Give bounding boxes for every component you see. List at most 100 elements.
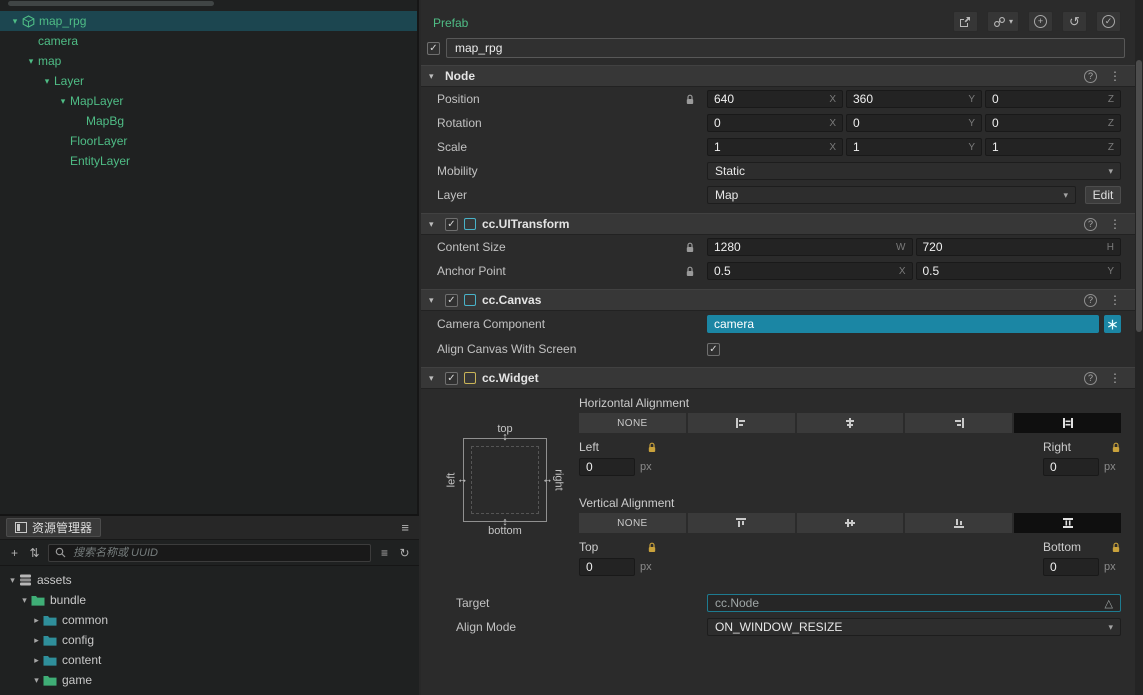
mobility-select[interactable]: Static▾ [707,162,1121,180]
bottom-input[interactable]: 0 [1043,558,1099,576]
v-align-none-button[interactable]: NONE [579,513,686,533]
left-lock-icon[interactable] [647,442,657,453]
uitransform-section-header[interactable]: ▾ ✓ cc.UITransform ? ⋮ [421,213,1135,235]
caret-down-icon[interactable]: ▾ [429,219,439,230]
lock-icon[interactable] [685,242,695,253]
right-lock-icon[interactable] [1111,442,1121,453]
h-align-stretch-button[interactable] [1014,413,1121,433]
filter-assets-icon[interactable]: ≡ [378,546,391,560]
hierarchy-node-map_rpg[interactable]: ▾ map_rpg [0,11,417,31]
rotation-y-input[interactable]: 0Y [846,114,982,132]
caret-down-icon[interactable]: ▾ [30,675,43,686]
canvas-enabled-checkbox[interactable]: ✓ [445,294,458,307]
align-canvas-checkbox[interactable]: ✓ [707,343,720,356]
node-section-header[interactable]: ▾ Node ? ⋮ [421,65,1135,87]
lock-icon[interactable] [685,94,695,105]
anchor-y-input[interactable]: 0.5Y [916,262,1122,280]
hierarchy-node-maplayer[interactable]: ▾ MapLayer [0,91,417,111]
caret-down-icon[interactable]: ▾ [429,373,439,384]
hierarchy-horizontal-scrollbar[interactable] [8,1,214,6]
anchor-x-input[interactable]: 0.5X [707,262,913,280]
help-icon[interactable]: ? [1084,218,1097,231]
uitransform-enabled-checkbox[interactable]: ✓ [445,218,458,231]
h-align-left-button[interactable] [688,413,795,433]
content-size-w-input[interactable]: 1280W [707,238,913,256]
hierarchy-node-mapbg[interactable]: MapBg [0,111,417,131]
h-align-right-button[interactable] [905,413,1012,433]
camera-picker-icon[interactable]: ＊ [1104,315,1121,333]
kebab-menu-icon[interactable]: ⋮ [1109,217,1121,231]
widget-enabled-checkbox[interactable]: ✓ [445,372,458,385]
caret-right-icon[interactable]: ▸ [30,655,43,666]
caret-down-icon[interactable]: ▾ [56,96,70,107]
inspector-scrollbar[interactable] [1135,0,1143,695]
add-asset-icon[interactable]: + [8,546,21,560]
undo-button[interactable]: ↺ [1062,11,1087,32]
asset-item-game[interactable]: ▾ game [0,670,419,690]
right-input[interactable]: 0 [1043,458,1099,476]
asset-item-config[interactable]: ▸ config [0,630,419,650]
assets-search[interactable] [48,544,371,562]
widget-section-header[interactable]: ▾ ✓ cc.Widget ? ⋮ [421,367,1135,389]
assets-search-input[interactable] [71,546,364,560]
top-input[interactable]: 0 [579,558,635,576]
help-icon[interactable]: ? [1084,70,1097,83]
caret-down-icon[interactable]: ▾ [429,71,439,82]
caret-down-icon[interactable]: ▾ [40,76,54,87]
asset-item-common[interactable]: ▸ common [0,610,419,630]
assets-tab[interactable]: 资源管理器 [6,518,101,537]
node-active-checkbox[interactable]: ✓ [427,42,440,55]
caret-down-icon[interactable]: ▾ [18,595,31,606]
rotation-x-input[interactable]: 0X [707,114,843,132]
v-align-stretch-button[interactable] [1014,513,1121,533]
caret-down-icon[interactable]: ▾ [6,575,19,586]
caret-down-icon[interactable]: ▾ [24,56,38,67]
sort-assets-icon[interactable]: ⇅ [28,546,41,560]
v-align-top-button[interactable] [688,513,795,533]
target-field[interactable]: cc.Node △ [707,594,1121,612]
hierarchy-node-entitylayer[interactable]: EntityLayer [0,151,417,171]
layer-select[interactable]: Map▾ [707,186,1076,204]
help-icon[interactable]: ? [1084,372,1097,385]
scale-x-input[interactable]: 1X [707,138,843,156]
assets-menu-icon[interactable]: ≡ [401,520,409,535]
add-component-header-button[interactable]: + [1028,11,1053,32]
position-y-input[interactable]: 360Y [846,90,982,108]
kebab-menu-icon[interactable]: ⋮ [1109,371,1121,385]
caret-right-icon[interactable]: ▸ [30,635,43,646]
position-x-input[interactable]: 640X [707,90,843,108]
canvas-section-header[interactable]: ▾ ✓ cc.Canvas ? ⋮ [421,289,1135,311]
node-name-field[interactable]: map_rpg [446,38,1125,58]
rotation-z-input[interactable]: 0Z [985,114,1121,132]
h-align-center-button[interactable] [797,413,904,433]
kebab-menu-icon[interactable]: ⋮ [1109,69,1121,83]
caret-down-icon[interactable]: ▾ [429,295,439,306]
scale-y-input[interactable]: 1Y [846,138,982,156]
layer-edit-button[interactable]: Edit [1085,186,1121,204]
open-prefab-asset-button[interactable] [953,11,978,32]
align-mode-select[interactable]: ON_WINDOW_RESIZE ▾ [707,618,1121,636]
caret-down-icon[interactable]: ▾ [8,16,22,27]
caret-right-icon[interactable]: ▸ [30,615,43,626]
asset-item-bundle[interactable]: ▾ bundle [0,590,419,610]
scrollbar-thumb[interactable] [1136,60,1142,332]
position-z-input[interactable]: 0Z [985,90,1121,108]
help-icon[interactable]: ? [1084,294,1097,307]
camera-component-field[interactable]: camera [707,315,1099,333]
bottom-lock-icon[interactable] [1111,542,1121,553]
lock-icon[interactable] [685,266,695,277]
v-align-middle-button[interactable] [797,513,904,533]
kebab-menu-icon[interactable]: ⋮ [1109,293,1121,307]
top-lock-icon[interactable] [647,542,657,553]
content-size-h-input[interactable]: 720H [916,238,1122,256]
left-input[interactable]: 0 [579,458,635,476]
hierarchy-node-layer[interactable]: ▾ Layer [0,71,417,91]
asset-item-content[interactable]: ▸ content [0,650,419,670]
v-align-bottom-button[interactable] [905,513,1012,533]
hierarchy-node-floorlayer[interactable]: FloorLayer [0,131,417,151]
refresh-assets-icon[interactable]: ↻ [398,546,411,560]
hierarchy-node-map[interactable]: ▾ map [0,51,417,71]
h-align-none-button[interactable]: NONE [579,413,686,433]
scale-z-input[interactable]: 1Z [985,138,1121,156]
hierarchy-node-camera[interactable]: camera [0,31,417,51]
